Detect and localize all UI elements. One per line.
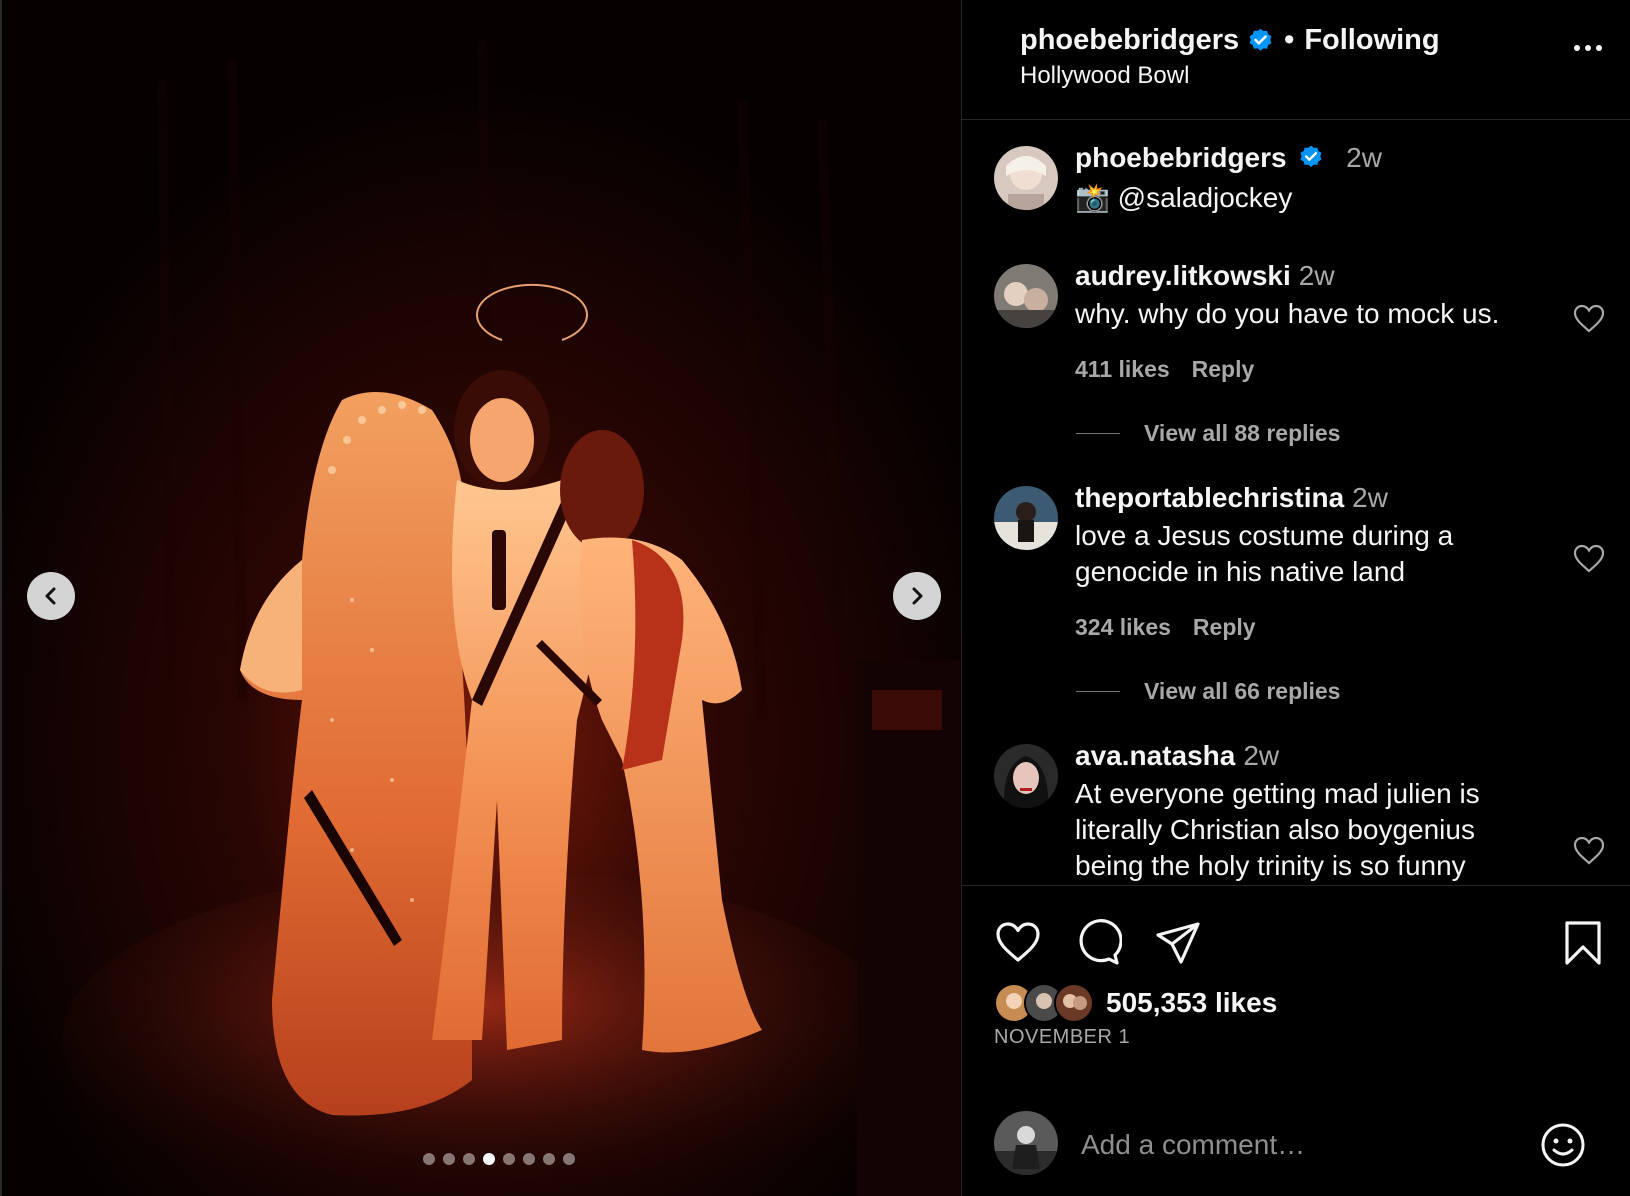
comment-likes[interactable]: 324 likes <box>1075 614 1171 640</box>
next-image-button[interactable] <box>893 572 941 620</box>
post-actions: 505,353 likes NOVEMBER 1 <box>962 885 1630 1196</box>
comment-username-line: ava.natasha 2w <box>1075 740 1279 772</box>
add-comment-bar <box>962 1101 1630 1196</box>
comment-username[interactable]: theportablechristina <box>1075 482 1344 513</box>
caption-username-line: phoebebridgers 2w <box>1075 142 1382 174</box>
comment-username-line: audrey.litkowski 2w <box>1075 260 1335 292</box>
verified-badge-icon <box>1300 145 1322 167</box>
carousel-indicator <box>2 1153 961 1165</box>
carousel-dot <box>422 1153 435 1165</box>
share-icon[interactable] <box>1154 919 1202 967</box>
avatar <box>994 1111 1058 1175</box>
reply-button[interactable]: Reply <box>1192 356 1255 382</box>
more-options-icon[interactable] <box>1574 45 1602 51</box>
heart-icon[interactable] <box>994 919 1042 967</box>
comment-username[interactable]: ava.natasha <box>1075 740 1235 771</box>
likes-row: 505,353 likes <box>994 983 1277 1023</box>
avatar[interactable] <box>994 146 1058 210</box>
camera-emoji: 📸 <box>1075 182 1110 213</box>
bookmark-icon[interactable] <box>1559 919 1607 967</box>
post-photo <box>2 0 961 1196</box>
caption-mention[interactable]: @saladjockey <box>1118 182 1293 213</box>
comments-list[interactable]: phoebebridgers 2w 📸 @saladjockey audrey.… <box>962 120 1630 885</box>
comment-meta: 411 likes Reply <box>1075 356 1254 383</box>
separator-dot: • <box>1284 24 1295 56</box>
comment-meta: 324 likes Reply <box>1075 614 1256 641</box>
comment-likes[interactable]: 411 likes <box>1075 356 1170 382</box>
divider-line <box>1076 691 1120 692</box>
carousel-dot <box>522 1153 535 1165</box>
view-replies-label: View all 88 replies <box>1144 420 1341 446</box>
comment-input[interactable] <box>1081 1123 1501 1167</box>
post-date[interactable]: NOVEMBER 1 <box>994 1026 1130 1049</box>
post-author-line: phoebebridgers • Following <box>1020 24 1440 57</box>
emoji-icon[interactable] <box>1539 1121 1587 1169</box>
view-replies-button[interactable]: View all 88 replies <box>1076 420 1340 447</box>
comment-text: why. why do you have to mock us. <box>1075 298 1500 329</box>
post-sidebar: phoebebridgers • Following Hollywood Bow… <box>961 0 1630 1196</box>
comment-text: love a Jesus costume during a genocide i… <box>1075 520 1454 587</box>
chevron-left-icon <box>45 587 56 605</box>
avatar[interactable] <box>994 264 1058 328</box>
author-username[interactable]: phoebebridgers <box>1020 24 1239 57</box>
caption-text: 📸 @saladjockey <box>1075 180 1545 216</box>
post-header: phoebebridgers • Following Hollywood Bow… <box>962 0 1630 120</box>
heart-icon[interactable] <box>1573 836 1605 866</box>
carousel-dot <box>502 1153 515 1165</box>
post-media <box>0 0 961 1196</box>
carousel-dot <box>542 1153 555 1165</box>
comment-username-line: theportablechristina 2w <box>1075 482 1388 514</box>
comment-time[interactable]: 2w <box>1299 260 1335 291</box>
comment-username[interactable]: audrey.litkowski <box>1075 260 1291 291</box>
previous-image-button[interactable] <box>27 572 75 620</box>
comment-icon[interactable] <box>1074 919 1122 967</box>
carousel-dot <box>442 1153 455 1165</box>
verified-badge-icon <box>1249 28 1272 51</box>
liker-avatar[interactable] <box>1054 983 1094 1023</box>
avatar[interactable] <box>994 744 1058 808</box>
likes-count[interactable]: 505,353 likes <box>1106 987 1277 1019</box>
avatar[interactable] <box>994 486 1058 550</box>
view-replies-label: View all 66 replies <box>1144 678 1341 704</box>
caption-username[interactable]: phoebebridgers <box>1075 142 1287 173</box>
carousel-dot <box>462 1153 475 1165</box>
carousel-dot <box>562 1153 575 1165</box>
view-replies-button[interactable]: View all 66 replies <box>1076 678 1340 705</box>
reply-button[interactable]: Reply <box>1193 614 1256 640</box>
divider-line <box>1076 433 1120 434</box>
comment-time[interactable]: 2w <box>1352 482 1388 513</box>
heart-icon[interactable] <box>1573 304 1605 334</box>
caption-time[interactable]: 2w <box>1346 142 1382 173</box>
following-button[interactable]: Following <box>1304 24 1439 57</box>
post-location[interactable]: Hollywood Bowl <box>1020 62 1189 90</box>
heart-icon[interactable] <box>1573 544 1605 574</box>
liker-avatars <box>994 983 1094 1023</box>
chevron-right-icon <box>912 587 923 605</box>
comment-text: At everyone getting mad julien is litera… <box>1075 778 1480 881</box>
comment-time[interactable]: 2w <box>1243 740 1279 771</box>
carousel-dot-active <box>482 1153 495 1165</box>
